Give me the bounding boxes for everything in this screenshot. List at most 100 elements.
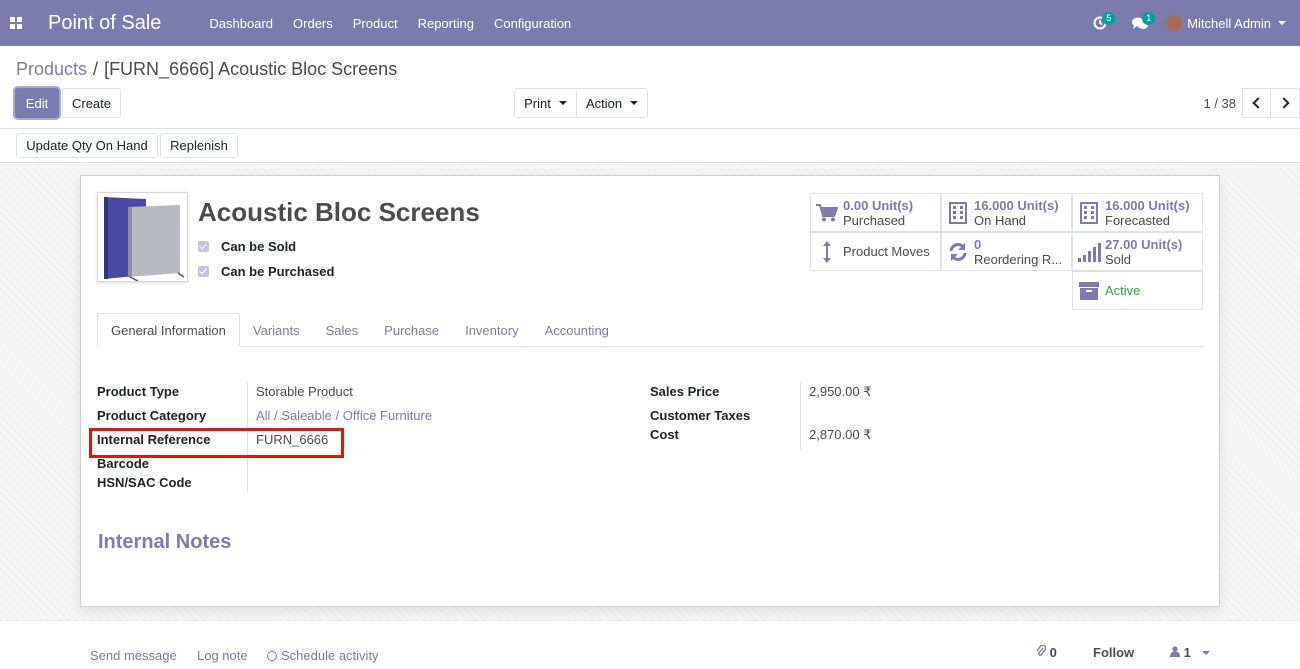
forecasted-smart-button[interactable]: 16.000 Unit(s) Forecasted bbox=[1072, 193, 1203, 232]
print-dropdown[interactable]: Print bbox=[514, 88, 577, 118]
product-type-label: Product Type bbox=[97, 384, 180, 399]
warehouse-building-icon bbox=[942, 201, 974, 224]
paperclip-icon bbox=[1036, 644, 1047, 656]
main-menu: Dashboard Orders Product Reporting Confi… bbox=[199, 16, 581, 31]
product-image[interactable] bbox=[97, 192, 188, 282]
on-hand-value: 16.000 bbox=[974, 197, 1014, 213]
breadcrumb-current: [FURN_6666] Acoustic Bloc Screens bbox=[104, 59, 398, 79]
sold-unit: Unit(s) bbox=[1141, 236, 1183, 252]
schedule-activity-button[interactable]: Schedule activity bbox=[267, 648, 379, 663]
edit-button[interactable]: Edit bbox=[15, 88, 59, 118]
on-hand-unit: Unit(s) bbox=[1017, 197, 1059, 213]
menu-item-reporting[interactable]: Reporting bbox=[408, 16, 484, 31]
bar-chart-icon bbox=[1073, 242, 1105, 262]
purchased-smart-button[interactable]: 0.00 Unit(s) Purchased bbox=[810, 193, 941, 232]
menu-item-orders[interactable]: Orders bbox=[283, 16, 343, 31]
sold-smart-button[interactable]: 27.00 Unit(s) Sold bbox=[1072, 232, 1203, 271]
on-hand-label: On Hand bbox=[974, 212, 1027, 228]
tab-inventory[interactable]: Inventory bbox=[452, 313, 531, 347]
sold-value: 27.00 bbox=[1105, 236, 1138, 252]
follow-button[interactable]: Follow bbox=[1093, 645, 1134, 660]
action-label: Action bbox=[585, 95, 623, 111]
print-action-group: Print Action bbox=[514, 88, 648, 118]
notebook-tabs: General Information Variants Sales Purch… bbox=[97, 313, 1204, 347]
can-be-purchased-checkbox[interactable] bbox=[198, 266, 209, 277]
can-be-sold-field[interactable]: Can be Sold bbox=[198, 239, 296, 254]
attachments-button[interactable]: 0 bbox=[1036, 644, 1057, 660]
forecasted-label: Forecasted bbox=[1105, 212, 1171, 228]
refresh-icon bbox=[942, 241, 974, 263]
product-category-link[interactable]: All / Saleable / Office Furniture bbox=[256, 408, 432, 423]
cost-field[interactable]: 2,870.00 ₹ bbox=[809, 427, 872, 443]
user-menu[interactable]: Mitchell Admin bbox=[1160, 15, 1300, 31]
cost-label: Cost bbox=[650, 427, 679, 442]
schedule-activity-label: Schedule activity bbox=[281, 648, 379, 663]
clock-icon bbox=[267, 651, 277, 661]
can-be-purchased-field[interactable]: Can be Purchased bbox=[198, 264, 334, 279]
user-name: Mitchell Admin bbox=[1187, 15, 1271, 31]
activity-badge: 5 bbox=[1102, 12, 1116, 25]
menu-item-dashboard[interactable]: Dashboard bbox=[199, 16, 283, 31]
top-navbar: Point of Sale Dashboard Orders Product R… bbox=[0, 0, 1300, 46]
barcode-label: Barcode bbox=[97, 456, 150, 471]
shopping-cart-icon bbox=[811, 203, 843, 222]
archive-box-icon bbox=[1073, 281, 1105, 301]
can-be-purchased-label: Can be Purchased bbox=[221, 264, 335, 279]
sold-label: Sold bbox=[1105, 251, 1132, 267]
menu-item-configuration[interactable]: Configuration bbox=[484, 16, 581, 31]
messages-icon[interactable]: 1 bbox=[1120, 0, 1160, 46]
pager-value[interactable]: 1 / 38 bbox=[1203, 96, 1236, 111]
app-title[interactable]: Point of Sale bbox=[48, 12, 161, 35]
purchased-label: Purchased bbox=[843, 212, 906, 228]
forecasted-unit: Unit(s) bbox=[1148, 197, 1190, 213]
user-avatar bbox=[1166, 15, 1183, 31]
attachments-count: 0 bbox=[1049, 645, 1057, 660]
on-hand-smart-button[interactable]: 16.000 Unit(s) On Hand bbox=[941, 193, 1072, 232]
activity-clock-icon[interactable]: 5 bbox=[1080, 0, 1120, 46]
update-qty-on-hand-button[interactable]: Update Qty On Hand bbox=[16, 133, 158, 158]
replenish-button[interactable]: Replenish bbox=[160, 133, 238, 158]
chevron-left-icon bbox=[1252, 97, 1264, 109]
tab-accounting[interactable]: Accounting bbox=[532, 313, 622, 347]
product-category-label: Product Category bbox=[97, 408, 207, 423]
forecasted-value: 16.000 bbox=[1105, 197, 1145, 213]
product-type-field[interactable]: Storable Product bbox=[256, 384, 353, 399]
tab-variants[interactable]: Variants bbox=[240, 313, 313, 347]
field-separator bbox=[800, 382, 801, 450]
reordering-rules-smart-button[interactable]: 0 Reordering R... bbox=[941, 232, 1072, 271]
hsn-sac-code-label: HSN/SAC Code bbox=[97, 475, 192, 490]
active-toggle-button[interactable]: Active bbox=[1072, 271, 1203, 310]
apps-grid-icon[interactable] bbox=[0, 0, 32, 46]
caret-down-icon bbox=[630, 101, 639, 105]
product-moves-smart-button[interactable]: Product Moves bbox=[810, 232, 941, 271]
action-dropdown[interactable]: Action bbox=[577, 88, 648, 118]
form-sheet: Acoustic Bloc Screens Can be Sold Can be… bbox=[80, 175, 1220, 607]
can-be-sold-label: Can be Sold bbox=[221, 239, 297, 254]
pager-next-button[interactable] bbox=[1271, 88, 1300, 118]
control-panel: Products / [FURN_6666] Acoustic Bloc Scree… bbox=[0, 46, 1300, 129]
chatter-topbar: Send message Log note Schedule activity … bbox=[0, 620, 1300, 669]
menu-item-product[interactable]: Product bbox=[343, 16, 408, 31]
send-message-button[interactable]: Send message bbox=[90, 648, 177, 663]
systray: 5 1 Mitchell Admin bbox=[1080, 0, 1300, 46]
active-label: Active bbox=[1105, 283, 1141, 298]
followers-count: 1 bbox=[1183, 645, 1191, 660]
chevron-right-icon bbox=[1277, 97, 1290, 109]
purchased-unit: Unit(s) bbox=[871, 197, 914, 213]
user-icon bbox=[1170, 646, 1180, 657]
tab-general-information[interactable]: General Information bbox=[97, 313, 240, 347]
pager-previous-button[interactable] bbox=[1242, 88, 1271, 118]
sales-price-label: Sales Price bbox=[650, 384, 720, 399]
messages-badge: 1 bbox=[1142, 12, 1156, 25]
create-button[interactable]: Create bbox=[62, 88, 121, 118]
log-note-button[interactable]: Log note bbox=[197, 648, 248, 663]
tab-purchase[interactable]: Purchase bbox=[371, 313, 452, 347]
breadcrumb-products-link[interactable]: Products bbox=[16, 59, 87, 79]
sales-price-field[interactable]: 2,950.00 ₹ bbox=[809, 384, 872, 400]
followers-button[interactable]: 1 bbox=[1170, 645, 1211, 660]
can-be-sold-checkbox[interactable] bbox=[198, 241, 209, 252]
product-name: Acoustic Bloc Screens bbox=[198, 197, 480, 227]
customer-taxes-label: Customer Taxes bbox=[650, 408, 751, 423]
tab-sales[interactable]: Sales bbox=[313, 313, 372, 347]
breadcrumb: Products / [FURN_6666] Acoustic Bloc Scree… bbox=[16, 59, 397, 80]
